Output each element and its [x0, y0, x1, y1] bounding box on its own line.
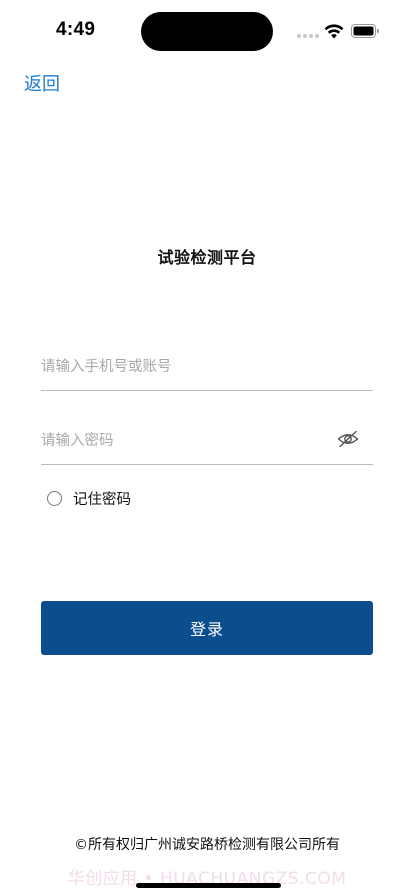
page-title: 试验检测平台	[157, 248, 257, 267]
login-button[interactable]: 登录	[41, 601, 373, 655]
home-indicator	[136, 883, 281, 888]
account-input[interactable]	[41, 353, 331, 381]
copyright-text: ©所有权归广州诚安路桥检测有限公司所有	[74, 837, 340, 853]
dynamic-island	[141, 12, 273, 51]
eye-off-icon[interactable]	[337, 430, 359, 448]
wifi-icon	[324, 24, 344, 39]
status-bar: 4:49	[0, 0, 414, 60]
login-screen: 4:49 返回 试验检测平台 记住密码 登录 ©所有权归广州	[0, 0, 414, 896]
remember-radio[interactable]	[47, 490, 62, 506]
cellular-signal-icon	[297, 34, 319, 39]
back-button[interactable]: 返回	[24, 70, 60, 96]
remember-password-option[interactable]: 记住密码	[47, 487, 131, 509]
password-field	[41, 417, 373, 465]
password-input[interactable]	[41, 427, 331, 455]
battery-icon	[351, 24, 379, 38]
remember-label: 记住密码	[73, 491, 131, 508]
account-field	[41, 343, 373, 391]
status-time: 4:49	[56, 19, 96, 40]
